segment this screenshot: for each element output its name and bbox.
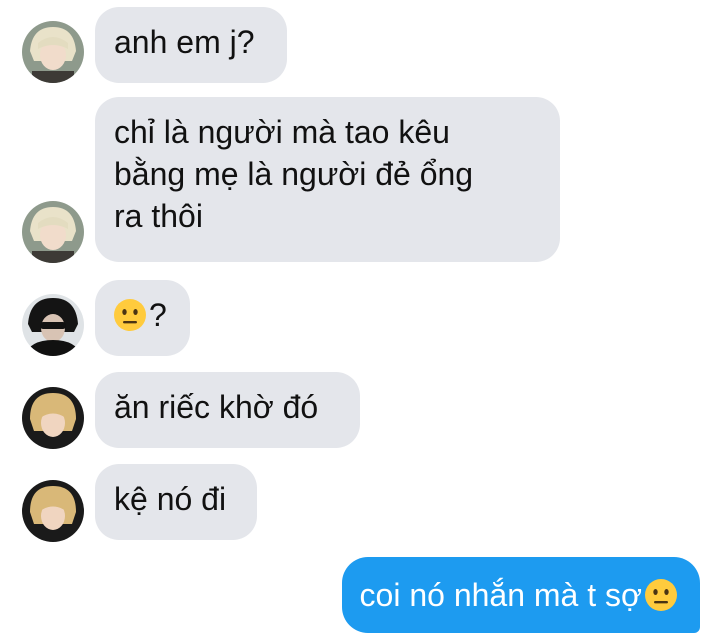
message-text: ăn riếc khờ đó (114, 389, 319, 425)
neutral-face-emoji (113, 298, 147, 332)
message-line: bằng mẹ là người đẻ ổng (114, 156, 474, 192)
avatar[interactable] (22, 294, 84, 356)
avatar[interactable] (22, 480, 84, 542)
message-bubble[interactable]: anh em j? (95, 7, 287, 83)
message-text: kệ nó đi (114, 481, 227, 517)
message-bubble[interactable]: kệ nó đi (95, 464, 257, 540)
outgoing-message-bubble[interactable]: coi nó nhắn mà t sợ (341, 557, 700, 633)
message-text: ? (149, 297, 167, 333)
message-text: anh em j? (114, 24, 255, 60)
avatar[interactable] (22, 387, 84, 449)
message-line: ra thôi (114, 198, 203, 234)
message-bubble[interactable]: ăn riếc khờ đó (95, 372, 360, 448)
avatar[interactable] (22, 201, 84, 263)
message-line: chỉ là người mà tao kêu (114, 114, 450, 150)
avatar[interactable] (22, 21, 84, 83)
message-text: coi nó nhắn mà t sợ (359, 577, 642, 613)
message-bubble[interactable]: ? (95, 280, 190, 356)
message-bubble[interactable]: chỉ là người mà tao kêu bằng mẹ là người… (95, 97, 560, 262)
neutral-face-emoji (644, 578, 678, 612)
